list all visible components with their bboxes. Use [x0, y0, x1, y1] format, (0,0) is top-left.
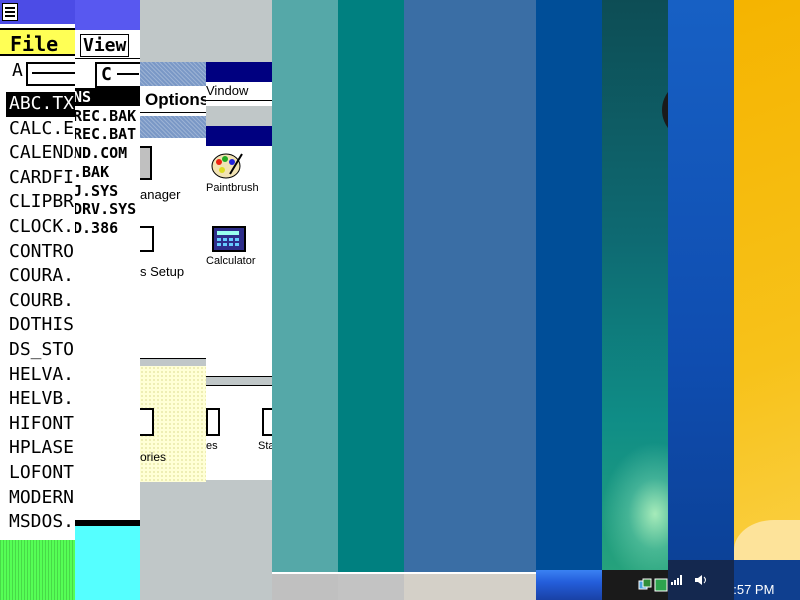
file-item[interactable]: COURA.F	[8, 264, 75, 289]
group-icon[interactable]	[262, 408, 272, 436]
winme-strip	[404, 0, 470, 600]
file-item[interactable]: NS	[75, 88, 136, 107]
file-item[interactable]: CONTROL	[8, 240, 75, 265]
vista-strip	[602, 0, 668, 600]
win8-strip: 3 2:57 PM	[734, 0, 800, 600]
drive-c-label: C	[101, 64, 112, 85]
taskbar	[404, 572, 470, 600]
calculator-icon[interactable]	[212, 226, 246, 252]
drive-a-icon[interactable]	[26, 62, 75, 86]
clock-time[interactable]: 2:57 PM	[734, 582, 774, 597]
group-title-bar	[140, 116, 206, 138]
file-item[interactable]: D.386	[75, 219, 136, 238]
win2-menu-bar: View	[75, 32, 140, 59]
calculator-label[interactable]: Calculator	[206, 255, 256, 267]
file-item[interactable]: CALC.E	[8, 117, 75, 142]
file-item[interactable]: HIFONTS	[8, 412, 75, 437]
file-item[interactable]: CARDFI	[8, 166, 75, 191]
file-item[interactable]: LOFONTS	[8, 461, 75, 486]
win1-file-list: ABC.TX CALC.E CALENDA CARDFI CLIPBR CLOC…	[6, 92, 75, 535]
volume-icon[interactable]	[694, 573, 708, 587]
file-item[interactable]: CLIPBR	[8, 190, 75, 215]
taskbar	[536, 570, 602, 600]
drive-c-icon[interactable]: C	[95, 62, 140, 88]
win2000-strip	[470, 0, 536, 600]
win2-strip: View C NS REC.BAK REC.BAT ND.COM .BAK J.…	[75, 0, 140, 600]
file-item[interactable]: MSDOS.E	[8, 510, 75, 535]
file-item[interactable]: MODERN.	[8, 486, 75, 511]
aurora-swirl	[602, 430, 668, 570]
view-menu[interactable]: View	[80, 34, 130, 57]
divider	[206, 106, 272, 126]
file-item[interactable]: COURB.F	[8, 289, 75, 314]
setup-label[interactable]: s Setup	[140, 264, 184, 279]
file-item[interactable]: J.SYS	[75, 182, 136, 201]
file-item[interactable]: HELVB.F	[8, 387, 75, 412]
win1-strip: File A ABC.TX CALC.E CALENDA CARDFI CLIP…	[0, 0, 75, 600]
win31-menu-bar: Vindow	[206, 82, 272, 101]
win1-menu-bar: File	[0, 28, 75, 56]
win31-strip: Vindow Paintbrush Calculator es Sta	[206, 0, 272, 600]
taskbar	[272, 572, 338, 600]
file-item[interactable]: REC.BAK	[75, 107, 136, 126]
win2-title-bar	[75, 0, 140, 30]
win2-file-list: NS REC.BAK REC.BAT ND.COM .BAK J.SYS DRV…	[75, 88, 136, 238]
win98-strip	[338, 0, 404, 600]
file-manager-icon[interactable]	[140, 146, 152, 180]
network-icon[interactable]	[638, 578, 652, 592]
file-item[interactable]: CALENDA	[8, 141, 75, 166]
file-item[interactable]: .BAK	[75, 163, 136, 182]
taskbar	[470, 572, 536, 600]
startup-label[interactable]: Sta	[258, 440, 272, 452]
options-menu[interactable]: Options	[145, 90, 206, 110]
taskbar	[668, 560, 734, 600]
file-item[interactable]: CLOCK.E	[8, 215, 75, 240]
file-manager-label[interactable]: anager	[140, 187, 180, 202]
control-menu-icon[interactable]	[2, 3, 18, 21]
file-item[interactable]: DS_STO	[8, 338, 75, 363]
accessories-icon[interactable]	[140, 408, 154, 436]
win1-desktop-area	[0, 540, 75, 600]
taskbar	[338, 572, 404, 600]
file-item[interactable]: HELVA.F	[8, 363, 75, 388]
security-icon[interactable]	[654, 578, 668, 592]
win3-menu-bar: Options	[140, 88, 206, 113]
win31-title-bar	[206, 62, 272, 82]
signal-icon[interactable]	[670, 574, 684, 586]
file-menu[interactable]: File	[10, 32, 58, 56]
paintbrush-icon[interactable]	[210, 150, 244, 180]
win3-strip: Options anager s Setup ories	[140, 0, 206, 600]
win3-title-bar	[140, 62, 206, 86]
file-item[interactable]: REC.BAT	[75, 125, 136, 144]
accessories-label[interactable]: ories	[140, 450, 166, 464]
divider	[206, 376, 272, 386]
setup-icon[interactable]	[140, 226, 154, 252]
file-item[interactable]: DRV.SYS	[75, 200, 136, 219]
file-item[interactable]: ABC.TX	[6, 92, 75, 117]
file-item[interactable]: ND.COM	[75, 144, 136, 163]
winxp-strip	[536, 0, 602, 600]
file-item[interactable]: DOTHIS.	[8, 313, 75, 338]
group-icon[interactable]	[206, 408, 220, 436]
group-label[interactable]: es	[206, 440, 218, 452]
file-item[interactable]: HPLASEF	[8, 436, 75, 461]
win1-title-bar	[0, 0, 75, 24]
group-title-bar	[206, 126, 272, 146]
drive-a-label[interactable]: A	[12, 60, 23, 81]
win7-strip	[668, 0, 734, 600]
paintbrush-label[interactable]: Paintbrush	[206, 182, 259, 194]
window-menu[interactable]: Vindow	[206, 83, 248, 98]
win95-strip	[272, 0, 338, 600]
win2-desktop-area	[75, 526, 140, 600]
taskbar	[602, 570, 668, 600]
taskbar: 3 2:57 PM	[734, 560, 800, 600]
